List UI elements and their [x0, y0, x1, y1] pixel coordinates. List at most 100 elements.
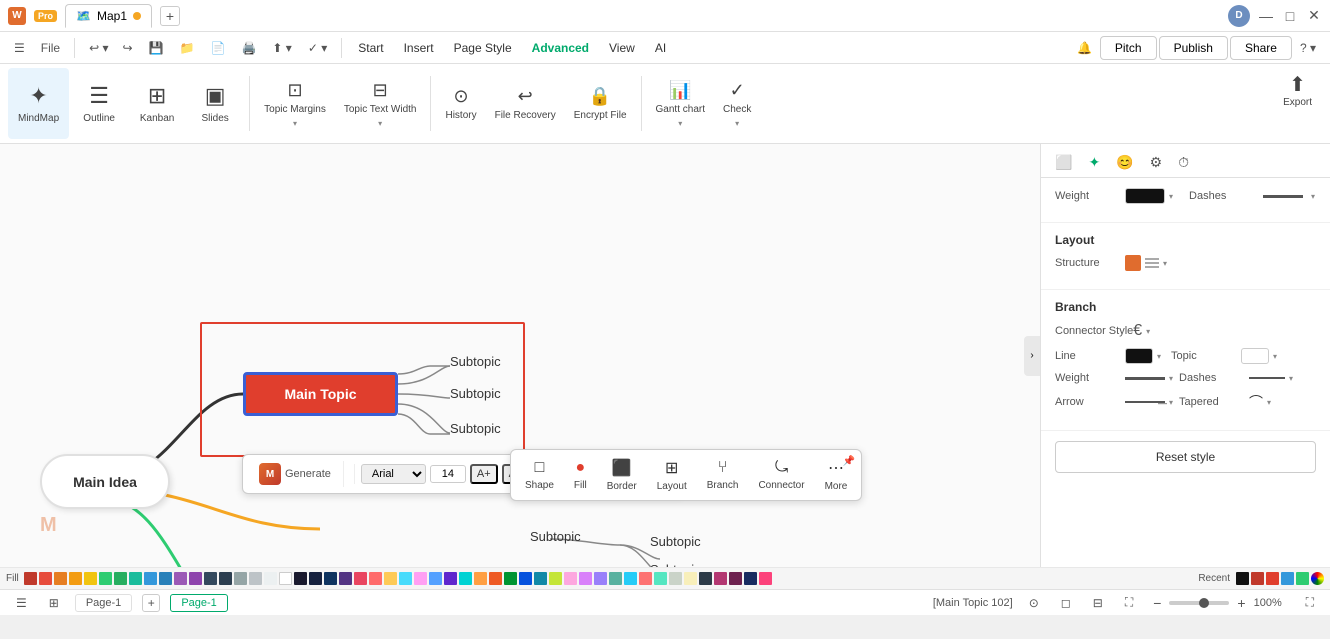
undo-button[interactable]: ↩ ▾ [83, 38, 114, 58]
arrow-swatch[interactable]: — [1125, 401, 1165, 403]
menu-page-style[interactable]: Page Style [446, 37, 520, 59]
fill-button[interactable]: ● Fill [568, 457, 593, 493]
zoom-slider-handle[interactable] [1199, 598, 1209, 608]
color-chip-white[interactable] [279, 572, 292, 585]
main-topic-red-node[interactable]: Main Topic [243, 372, 398, 416]
color-chip-teal[interactable] [129, 572, 142, 585]
main-idea-node[interactable]: Main Idea [40, 454, 170, 509]
tapered-dropdown[interactable]: ▾ [1267, 398, 1271, 407]
branch-button[interactable]: ⑂ Branch [701, 457, 745, 493]
color-chip-periwinkle[interactable] [594, 572, 607, 585]
menu-view[interactable]: View [601, 37, 643, 59]
tapered-icon[interactable]: ⌒ [1249, 392, 1263, 412]
fullscreen-icon[interactable]: ⛶ [1119, 592, 1139, 613]
subtopic-1[interactable]: Subtopic [450, 354, 501, 369]
subtopic-5[interactable]: Subtopic [650, 534, 701, 549]
color-chip-teal2[interactable] [534, 572, 547, 585]
dashes-2-dropdown[interactable]: ▾ [1289, 374, 1293, 383]
slides-button[interactable]: ▣ Slides [187, 68, 243, 139]
recent-chip-3[interactable] [1266, 572, 1279, 585]
check-mark[interactable]: ✓ ▾ [302, 38, 333, 58]
recent-chip-2[interactable] [1251, 572, 1264, 585]
redo-button[interactable]: ↪ [117, 38, 139, 58]
font-size-increase[interactable]: A+ [470, 464, 498, 484]
subtopic-4[interactable]: Subtopic [530, 529, 581, 544]
font-size-input[interactable] [430, 465, 466, 483]
dashes-2-swatch[interactable] [1249, 377, 1285, 379]
topic-color[interactable] [1241, 348, 1269, 364]
active-page-tab[interactable]: Page-1 [170, 594, 227, 612]
kanban-button[interactable]: ⊞ Kanban [129, 68, 185, 139]
share-button[interactable]: Share [1230, 36, 1292, 60]
color-chip-cyan[interactable] [399, 572, 412, 585]
gantt-chart-button[interactable]: 📊 Gantt chart ▾ [648, 68, 713, 139]
history-button[interactable]: ⊙ History [437, 68, 484, 139]
weight-2-swatch[interactable] [1125, 377, 1165, 380]
user-avatar[interactable]: D [1228, 5, 1250, 27]
structure-icon-lines[interactable] [1145, 258, 1159, 268]
color-chip-light[interactable] [264, 572, 277, 585]
split-page-icon[interactable]: ⊟ [1087, 593, 1109, 613]
weight-dropdown[interactable]: ▾ [1169, 192, 1173, 201]
single-page-icon[interactable]: ◻ [1055, 593, 1077, 613]
color-chip-violet[interactable] [339, 572, 352, 585]
color-chip-cobalt[interactable] [519, 572, 532, 585]
export-button[interactable]: ⬆ Export [1273, 68, 1322, 139]
color-chip-yellow[interactable] [69, 572, 82, 585]
panel-tab-clock[interactable]: ⏱ [1172, 148, 1195, 177]
color-chip-blue[interactable] [144, 572, 157, 585]
maximize-button[interactable]: □ [1282, 8, 1298, 24]
publish-button[interactable]: Publish [1159, 36, 1228, 60]
color-chip-mint[interactable] [654, 572, 667, 585]
file-menu[interactable]: File [35, 38, 66, 58]
panel-toggle[interactable]: › [1024, 336, 1040, 376]
zoom-in-button[interactable]: + [1233, 595, 1249, 611]
color-chip-gold[interactable] [384, 572, 397, 585]
print-button[interactable]: 🖨️ [235, 38, 262, 58]
color-chip-red2[interactable] [39, 572, 52, 585]
color-chip-green[interactable] [99, 572, 112, 585]
topic-dropdown[interactable]: ▾ [1273, 352, 1277, 361]
color-chip-lightred[interactable] [639, 572, 652, 585]
page-add-button[interactable]: + [142, 594, 160, 612]
border-button[interactable]: ⬛ Border [601, 456, 643, 494]
pitch-button[interactable]: Pitch [1100, 36, 1157, 60]
color-chip-pink[interactable] [354, 572, 367, 585]
fit-page-icon[interactable]: ⊙ [1023, 593, 1045, 613]
page-tab-1[interactable]: Page-1 [75, 594, 132, 612]
subtopic-2[interactable]: Subtopic [450, 386, 501, 401]
subtopic-3[interactable]: Subtopic [450, 421, 501, 436]
menu-advanced[interactable]: Advanced [524, 37, 597, 59]
color-chip-coral[interactable] [489, 572, 502, 585]
check-button[interactable]: ✓ Check ▾ [715, 68, 759, 139]
topic-margins-button[interactable]: ⊡ Topic Margins ▾ [256, 68, 334, 139]
layout-button[interactable]: ⊞ Layout [651, 456, 693, 494]
color-chip-silver[interactable] [669, 572, 682, 585]
zoom-slider[interactable] [1169, 601, 1229, 605]
color-chip-gray2[interactable] [249, 572, 262, 585]
color-chip-maroon[interactable] [729, 572, 742, 585]
structure-dropdown[interactable]: ▾ [1163, 259, 1167, 268]
minimize-button[interactable]: — [1258, 8, 1274, 24]
map-tab[interactable]: 🗺️ Map1 [65, 4, 152, 28]
shape-button[interactable]: □ Shape [519, 457, 560, 493]
color-chip-rose[interactable] [564, 572, 577, 585]
reset-style-button[interactable]: Reset style [1055, 441, 1316, 473]
color-chip-pink2[interactable] [414, 572, 427, 585]
status-grid-icon[interactable]: ⊞ [43, 593, 65, 613]
color-chip-green2[interactable] [114, 572, 127, 585]
recent-chip-1[interactable] [1236, 572, 1249, 585]
weight-swatch[interactable] [1125, 188, 1165, 204]
new-button[interactable]: 📄 [205, 38, 232, 58]
dashes-dropdown[interactable]: ▾ [1311, 192, 1315, 201]
menu-start[interactable]: Start [350, 37, 391, 59]
export-quick[interactable]: ⬆ ▾ [266, 38, 297, 58]
color-chip-skyblue[interactable] [429, 572, 442, 585]
recent-chip-5[interactable] [1296, 572, 1309, 585]
color-chip-purple[interactable] [174, 572, 187, 585]
encrypt-file-button[interactable]: 🔒 Encrypt File [566, 68, 635, 139]
line-color[interactable] [1125, 348, 1153, 364]
line-dropdown[interactable]: ▾ [1157, 352, 1161, 361]
topic-text-width-button[interactable]: ⊟ Topic Text Width ▾ [336, 68, 425, 139]
save-button[interactable]: 💾 [143, 38, 170, 58]
